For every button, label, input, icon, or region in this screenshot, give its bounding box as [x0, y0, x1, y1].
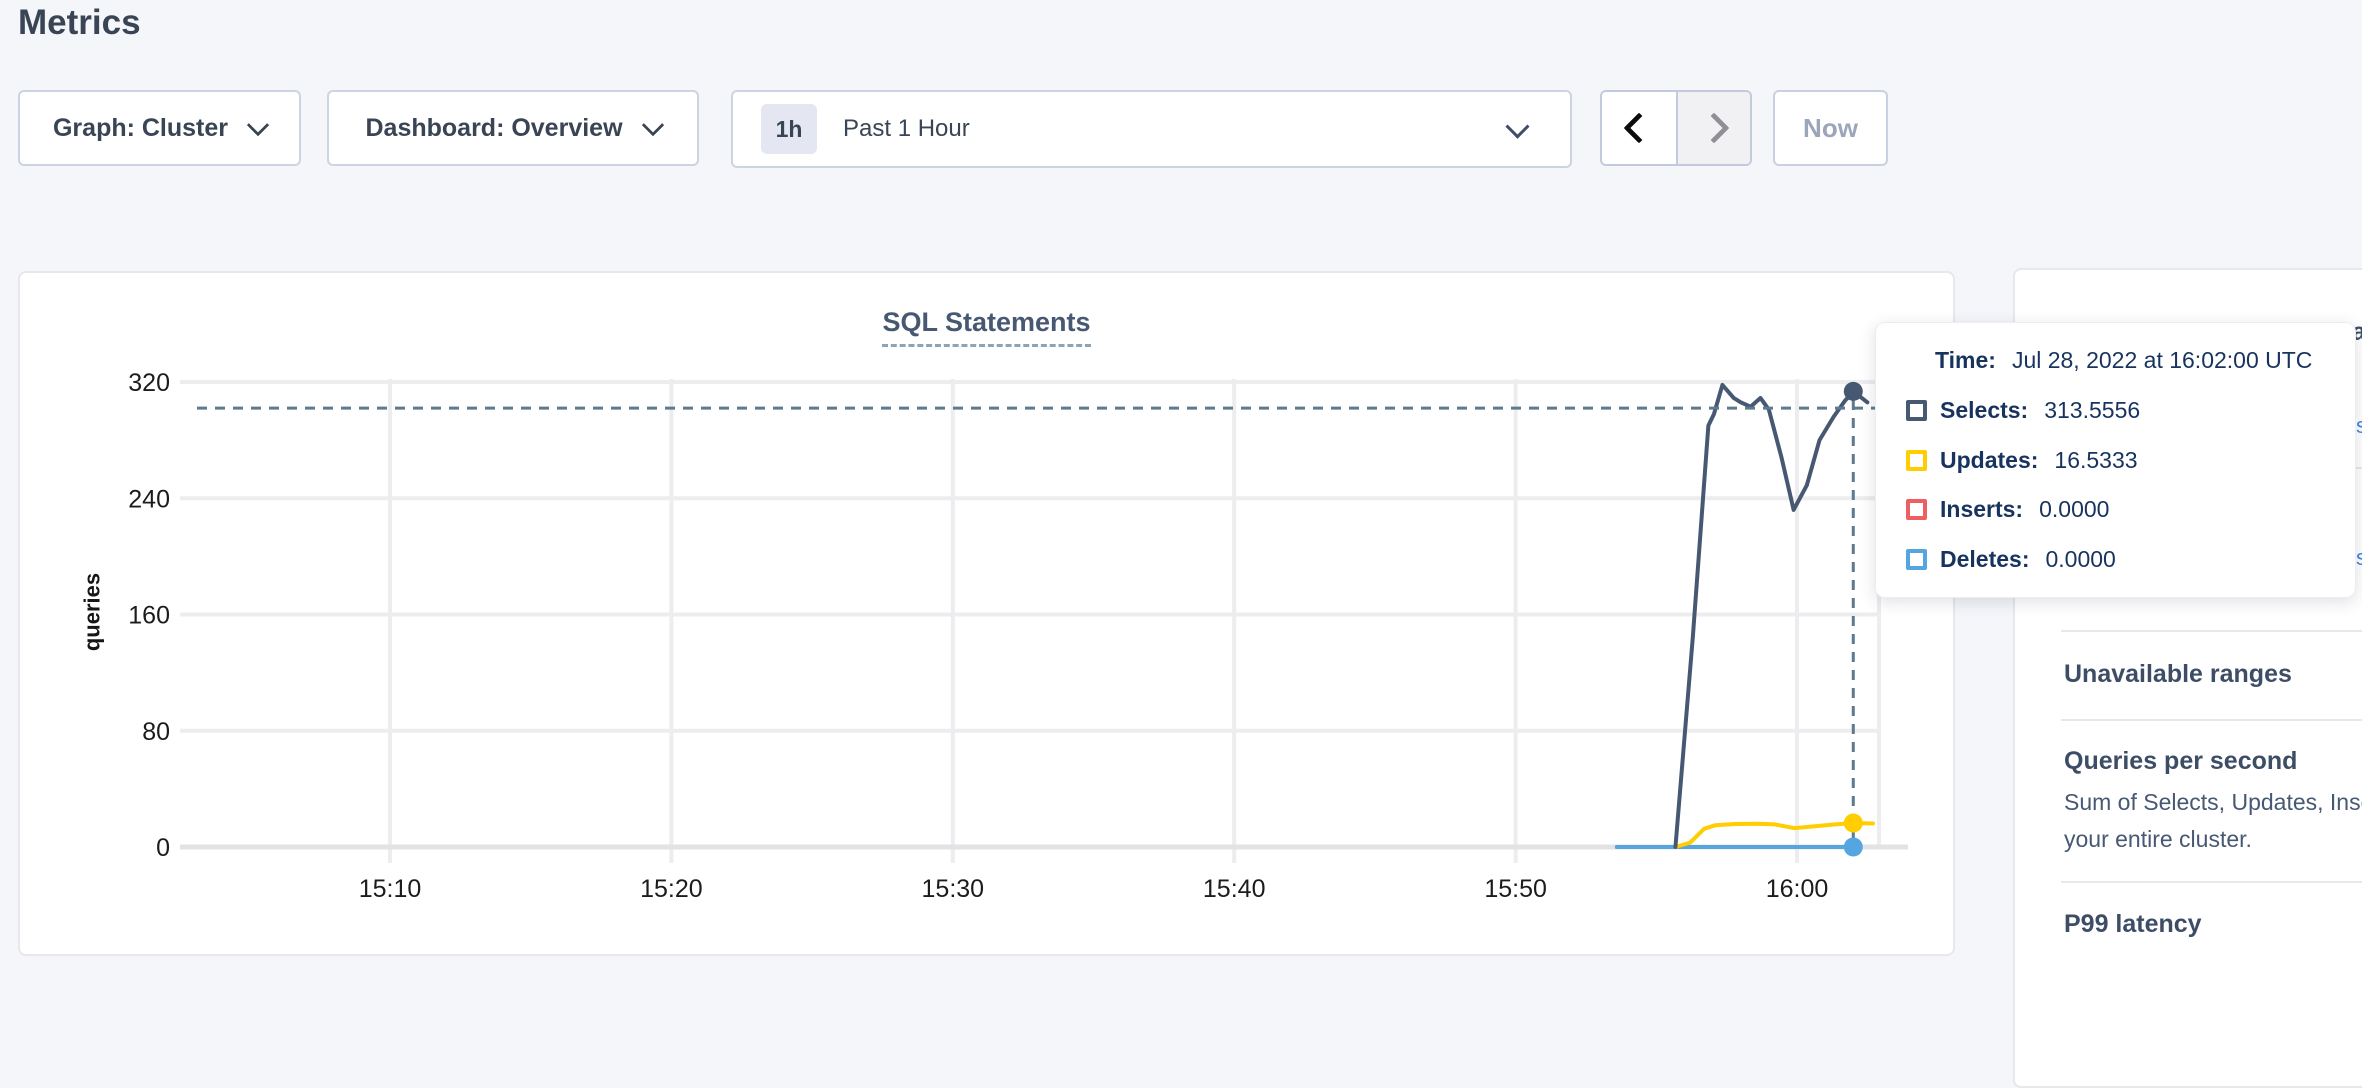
x-tick-label: 15:40	[1203, 875, 1266, 903]
series-swatch-icon	[1906, 450, 1927, 471]
hover-dot-updates	[1844, 813, 1863, 832]
x-tick-label: 15:30	[922, 875, 985, 903]
qps-description-line1: Sum of Selects, Updates, Inser	[2064, 784, 2362, 821]
tooltip-time-value: Jul 28, 2022 at 16:02:00 UTC	[2012, 347, 2312, 374]
summary-link-fragment[interactable]: s	[2356, 545, 2362, 571]
time-range-label: Past 1 Hour	[843, 115, 970, 143]
divider	[2061, 719, 2362, 721]
summary-qps-description: Sum of Selects, Updates, Inser your enti…	[2064, 784, 2362, 858]
chevron-down-icon	[641, 114, 664, 137]
y-tick-label: 240	[128, 485, 170, 513]
series-swatch-icon	[1906, 499, 1927, 520]
chart-hover-tooltip: Time: Jul 28, 2022 at 16:02:00 UTC Selec…	[1875, 322, 2356, 598]
summary-item-unavailable-ranges: Unavailable ranges	[2064, 660, 2292, 689]
series-line-updates	[1675, 823, 1873, 847]
y-tick-label: 320	[128, 369, 170, 397]
sql-statements-chart[interactable]: 15:10 15:20 15:30 15:40 15:50 16:00 0 80 160 240 3…	[20, 273, 1957, 958]
series-swatch-icon	[1906, 549, 1927, 570]
tooltip-series-value: 0.0000	[2039, 496, 2109, 523]
summary-link-fragment[interactable]: s	[2356, 413, 2362, 439]
tooltip-series-row: Deletes: 0.0000	[1906, 546, 2355, 573]
tooltip-time-row: Time: Jul 28, 2022 at 16:02:00 UTC	[1935, 347, 2355, 374]
tooltip-series-label: Selects:	[1940, 397, 2028, 424]
tooltip-series-row: Updates: 16.5333	[1906, 447, 2355, 474]
graph-scope-label: Graph: Cluster	[53, 114, 228, 143]
series-swatch-icon	[1906, 400, 1927, 421]
next-range-button[interactable]	[1676, 92, 1750, 164]
y-tick-label: 80	[142, 718, 170, 746]
x-tick-label: 16:00	[1766, 875, 1829, 903]
tooltip-series-label: Deletes:	[1940, 546, 2029, 573]
time-range-selector[interactable]: 1h Past 1 Hour	[731, 90, 1572, 168]
summary-item-p99-latency: P99 latency	[2064, 910, 2202, 939]
dashboard-dropdown[interactable]: Dashboard: Overview	[327, 90, 699, 166]
chevron-down-icon	[1505, 114, 1529, 138]
now-button[interactable]: Now	[1773, 90, 1888, 166]
hover-dot-deletes	[1844, 838, 1863, 857]
x-tick-label: 15:10	[359, 875, 422, 903]
tooltip-series-row: Selects: 313.5556	[1906, 397, 2355, 424]
y-tick-label: 0	[156, 834, 170, 862]
tooltip-time-label: Time:	[1935, 347, 1996, 374]
divider	[2061, 630, 2362, 632]
y-tick-label: 160	[128, 602, 170, 630]
sql-statements-card: SQL Statements queries 15:1015:2015:3015…	[18, 271, 1955, 956]
previous-range-button[interactable]	[1602, 92, 1676, 164]
graph-scope-dropdown[interactable]: Graph: Cluster	[18, 90, 301, 166]
tooltip-series-label: Inserts:	[1940, 496, 2023, 523]
divider	[2061, 881, 2362, 883]
page-title: Metrics	[18, 0, 141, 46]
tooltip-series-value: 0.0000	[2045, 546, 2115, 573]
dashboard-label: Dashboard: Overview	[365, 114, 622, 143]
hover-dot-selects	[1844, 382, 1863, 401]
chevron-left-icon	[1623, 112, 1654, 143]
metrics-page: { "page": { "title": "Metrics" }, "toolb…	[0, 0, 2362, 966]
time-nav-group	[1600, 90, 1752, 166]
x-tick-label: 15:50	[1484, 875, 1547, 903]
tooltip-series-row: Inserts: 0.0000	[1906, 496, 2355, 523]
tooltip-series-label: Updates:	[1940, 447, 2038, 474]
time-range-badge: 1h	[761, 104, 817, 154]
tooltip-series-value: 16.5333	[2054, 447, 2137, 474]
chevron-right-icon	[1698, 112, 1729, 143]
x-tick-label: 15:20	[640, 875, 703, 903]
tooltip-series-value: 313.5556	[2044, 397, 2140, 424]
qps-description-line2: your entire cluster.	[2064, 821, 2362, 858]
chevron-down-icon	[247, 114, 270, 137]
summary-item-qps: Queries per second	[2064, 747, 2297, 776]
